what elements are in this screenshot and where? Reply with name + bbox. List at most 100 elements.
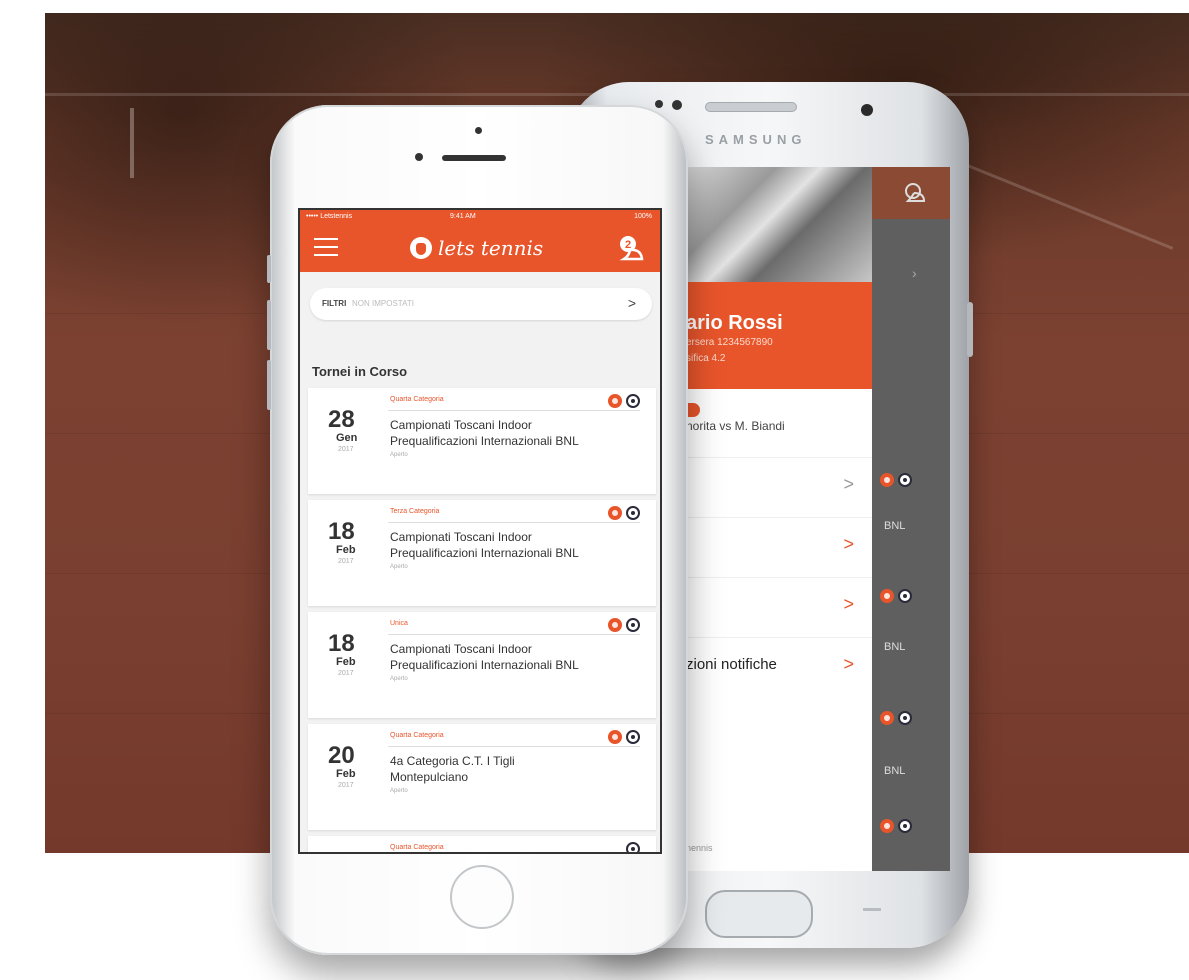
- divider: [388, 746, 640, 747]
- gender-badge-icon: [608, 394, 622, 408]
- app-logo: lets tennis: [410, 234, 543, 262]
- date-day: 18: [328, 630, 355, 657]
- status-bar: ••••• Letstennis 9:41 AM 100%: [300, 210, 660, 224]
- notification-bell-icon[interactable]: 2: [616, 233, 646, 263]
- battery: 100%: [634, 213, 652, 220]
- date-month: Feb: [336, 768, 356, 780]
- date-year: 2017: [338, 558, 354, 565]
- tournament-subtitle: Prequalificazioni Internazionali BNL: [390, 434, 579, 448]
- type-badge-icon: [626, 842, 640, 852]
- tennis-ball-icon: [410, 237, 432, 259]
- tournament-subtitle: Montepulciano: [390, 770, 469, 784]
- front-sensor: [475, 127, 482, 134]
- volume-up-button: [267, 300, 271, 350]
- type-badge-icon: [626, 506, 640, 520]
- app-bar: lets tennis 2: [300, 224, 660, 272]
- tournament-title: Campionati Toscani Indoor: [390, 418, 532, 432]
- drawer-menu-item[interactable]: >: [686, 517, 872, 578]
- tournament-subtitle: Prequalificazioni Internazionali BNL: [390, 546, 579, 560]
- brand-label: SAMSUNG: [705, 132, 807, 147]
- volume-down-button: [267, 360, 271, 410]
- chevron-right-icon: >: [843, 534, 854, 554]
- tournament-category: Quarta Categoria: [390, 732, 444, 739]
- date-day: 28: [328, 406, 355, 433]
- sensor-dot: [672, 100, 682, 110]
- tournament-subtitle: Prequalificazioni Internazionali BNL: [390, 658, 579, 672]
- tournament-card[interactable]: 18 Feb 2017 Unica Campionati Toscani Ind…: [308, 612, 656, 718]
- earpiece-speaker: [705, 102, 797, 112]
- notification-badge: [686, 403, 700, 417]
- chevron-right-icon: >: [627, 295, 636, 311]
- date-year: 2017: [338, 446, 354, 453]
- dimmed-chevron: ›: [912, 265, 917, 281]
- drawer-menu-item[interactable]: >: [686, 577, 872, 638]
- filter-label: FILTRI: [322, 299, 347, 308]
- drawer-menu-item-notification-settings[interactable]: zioni notifiche >: [686, 637, 872, 698]
- notification-item[interactable]: norita vs M. Biandi: [686, 419, 785, 433]
- section-title: Tornei in Corso: [312, 364, 408, 379]
- tournament-status: Aperto: [390, 676, 408, 682]
- gender-badge-icon: [608, 730, 622, 744]
- date-year: 2017: [338, 782, 354, 789]
- iphone-screen: ••••• Letstennis 9:41 AM 100% lets tenni…: [298, 208, 662, 854]
- front-camera: [415, 153, 423, 161]
- tournament-status: Aperto: [390, 564, 408, 570]
- samsung-screen: › BNL BNL BNL ario Rossi ersera 12345678…: [686, 167, 950, 871]
- back-softkey[interactable]: [863, 908, 881, 911]
- earpiece-speaker: [442, 155, 506, 161]
- drawer-menu-item[interactable]: >: [686, 457, 872, 518]
- profile-cover-photo: [686, 167, 872, 282]
- home-button[interactable]: [705, 890, 813, 938]
- chevron-right-icon: >: [843, 594, 854, 614]
- dimmed-row-text: BNL: [884, 520, 906, 532]
- mute-switch: [267, 255, 271, 283]
- tournament-title: Campionati Toscani Indoor: [390, 642, 532, 656]
- profile-header: [686, 282, 872, 389]
- date-day: 18: [328, 518, 355, 545]
- navigation-drawer: ario Rossi ersera 1234567890 sifica 4.2 …: [686, 167, 872, 871]
- divider: [388, 634, 640, 635]
- app-name: lets tennis: [438, 236, 544, 260]
- type-badge-icon: [626, 618, 640, 632]
- tournament-status: Aperto: [390, 452, 408, 458]
- front-camera: [861, 104, 873, 116]
- side-button: [967, 302, 973, 357]
- clock: 9:41 AM: [450, 213, 476, 220]
- member-number: ersera 1234567890: [686, 337, 773, 348]
- date-day: 20: [328, 742, 355, 769]
- divider: [388, 410, 640, 411]
- filter-value: NON IMPOSTATI: [352, 299, 414, 308]
- tournament-category: Quarta Categoria: [390, 396, 444, 403]
- tournament-status: Aperto: [390, 788, 408, 794]
- type-badge-icon: [626, 394, 640, 408]
- home-button[interactable]: [450, 865, 514, 929]
- date-month: Feb: [336, 544, 356, 556]
- tournament-card[interactable]: 20 Feb 2017 Quarta Categoria 4a Categori…: [308, 724, 656, 830]
- date-year: 2017: [338, 670, 354, 677]
- tournament-category: Terza Categoria: [390, 508, 440, 515]
- hamburger-menu-icon[interactable]: [314, 238, 338, 256]
- drawer-footer: nennis: [686, 843, 713, 853]
- tournament-category: Unica: [390, 620, 408, 627]
- tournament-card[interactable]: 28 Gen 2017 Quarta Categoria Campionati …: [308, 388, 656, 494]
- iphone: ••••• Letstennis 9:41 AM 100% lets tenni…: [267, 105, 688, 955]
- gender-badge-icon: [608, 506, 622, 520]
- tournament-card[interactable]: Quarta Categoria: [308, 836, 656, 852]
- dimmed-appbar: [872, 167, 950, 219]
- tournament-title: 4a Categoria C.T. I Tigli: [390, 754, 515, 768]
- tournament-category: Quarta Categoria: [390, 844, 444, 851]
- date-month: Feb: [336, 656, 356, 668]
- chevron-right-icon: >: [843, 474, 854, 494]
- user-name: ario Rossi: [686, 312, 783, 334]
- carrier: ••••• Letstennis: [306, 213, 353, 220]
- ranking: sifica 4.2: [686, 353, 726, 364]
- tournament-title: Campionati Toscani Indoor: [390, 530, 532, 544]
- divider: [388, 522, 640, 523]
- notification-bell-icon: [905, 183, 926, 202]
- type-badge-icon: [626, 730, 640, 744]
- dimmed-row-text: BNL: [884, 641, 906, 653]
- date-month: Gen: [336, 432, 358, 444]
- tournament-card[interactable]: 18 Feb 2017 Terza Categoria Campionati T…: [308, 500, 656, 606]
- sensor-dot: [655, 100, 663, 108]
- filter-bar[interactable]: FILTRI NON IMPOSTATI >: [310, 288, 652, 320]
